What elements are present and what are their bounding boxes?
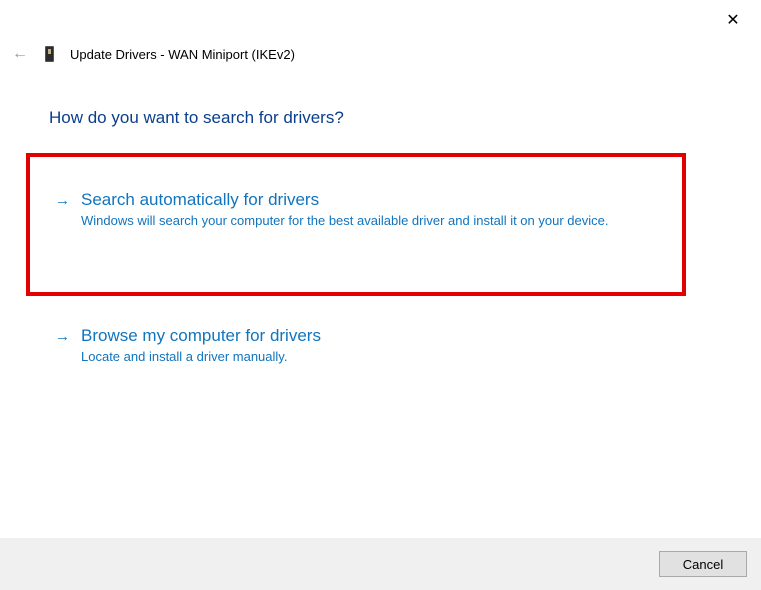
option-browse-computer[interactable]: → Browse my computer for drivers Locate … xyxy=(49,322,703,370)
cancel-button[interactable]: Cancel xyxy=(659,551,747,577)
option-search-automatically[interactable]: → Search automatically for drivers Windo… xyxy=(49,186,703,234)
close-icon: ✕ xyxy=(726,10,739,30)
close-button[interactable]: ✕ xyxy=(723,10,743,30)
page-heading: How do you want to search for drivers? xyxy=(49,108,344,128)
wizard-title: Update Drivers - WAN Miniport (IKEv2) xyxy=(70,47,295,62)
arrow-right-icon: → xyxy=(55,328,70,345)
option-description: Windows will search your computer for th… xyxy=(81,212,641,230)
footer-bar: Cancel xyxy=(0,538,761,590)
option-title: Search automatically for drivers xyxy=(81,190,678,210)
wizard-header: ← Update Drivers - WAN Miniport (IKEv2) xyxy=(11,45,295,63)
arrow-right-icon: → xyxy=(55,192,70,209)
option-title: Browse my computer for drivers xyxy=(81,326,678,346)
device-icon xyxy=(45,46,54,62)
option-description: Locate and install a driver manually. xyxy=(81,348,641,366)
back-arrow-icon[interactable]: ← xyxy=(11,45,29,63)
